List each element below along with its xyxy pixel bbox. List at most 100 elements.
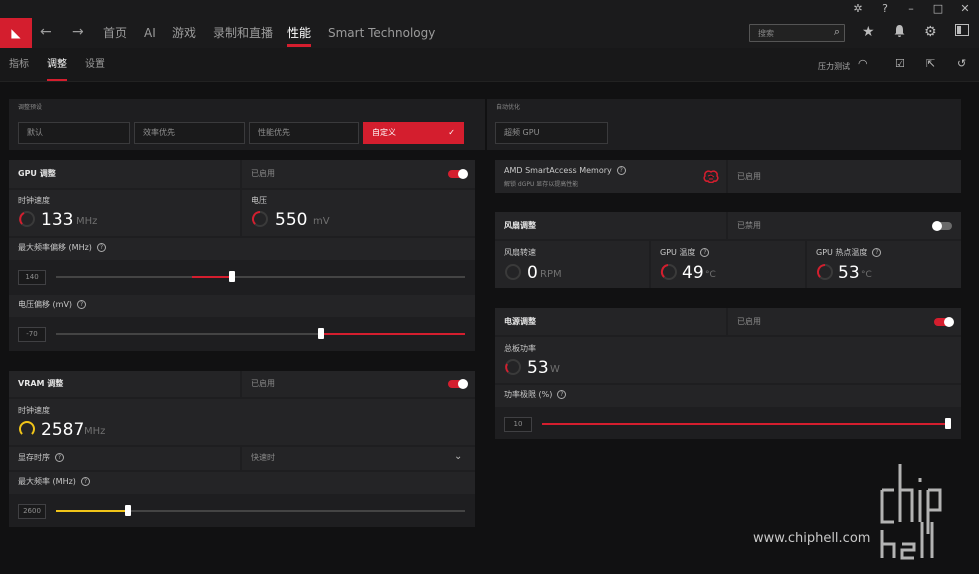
close-icon[interactable]: ✕ xyxy=(958,2,972,16)
sam-title-cell: AMD SmartAccess Memory? 解锁 dGPU 显存以提高性能 xyxy=(495,160,726,193)
fan-tuning-status-cell: 已禁用 xyxy=(728,212,961,239)
preset-performance-button[interactable]: 性能优先 xyxy=(249,122,359,144)
nav-smart-technology[interactable]: Smart Technology xyxy=(328,26,435,40)
nav-performance[interactable]: 性能 xyxy=(287,26,311,40)
power-tuning-toggle[interactable] xyxy=(934,317,954,327)
title-bar: ✲ ? – □ ✕ xyxy=(0,0,979,18)
maximize-icon[interactable]: □ xyxy=(931,2,945,16)
gear-icon[interactable]: ⚙ xyxy=(924,24,937,40)
reset-icon[interactable]: ↺ xyxy=(957,57,966,70)
nav-record-stream[interactable]: 录制和直播 xyxy=(213,26,273,40)
preset-default-button[interactable]: 默认 xyxy=(18,122,130,144)
sidebar-toggle-icon[interactable] xyxy=(955,24,969,40)
watermark-url: www.chiphell.com xyxy=(753,531,871,546)
gpu-temp-gauge-icon xyxy=(660,264,677,280)
brain-icon xyxy=(703,170,719,183)
fan-speed-cell: 风扇转速 0 RPM xyxy=(495,241,649,288)
power-limit-input[interactable]: 10 xyxy=(504,417,532,432)
overclock-gpu-button[interactable]: 超频 GPU xyxy=(495,122,608,144)
sub-nav: 指标 调整 设置 压力测试 ◠ ☑ ⇱ ↺ xyxy=(0,48,979,82)
power-tuning-panel: 电源调整 已启用 总板功率 53 W 功率极限 (%)? 10 xyxy=(495,308,961,439)
board-power-value: 53 xyxy=(527,358,549,378)
gpu-tuning-title: GPU 调整 xyxy=(18,169,56,178)
gpu-temp-text: GPU 温度 xyxy=(660,248,696,257)
preset-custom-button[interactable]: 自定义 ✓ xyxy=(363,122,464,144)
vram-tuning-panel: VRAM 调整 已启用 时钟速度 2587 MHz 显存时序? 快速时 ⌄ 最大… xyxy=(9,371,475,527)
help-icon[interactable]: ? xyxy=(557,390,567,399)
vram-tuning-header: VRAM 调整 xyxy=(9,371,240,397)
amd-logo[interactable]: ◣ xyxy=(0,18,32,48)
nav-gaming[interactable]: 游戏 xyxy=(172,26,196,40)
help-icon[interactable]: ? xyxy=(80,477,90,486)
minimize-icon[interactable]: – xyxy=(904,2,918,16)
auto-tuning-label: 自动优化 xyxy=(496,104,521,111)
sam-panel: AMD SmartAccess Memory? 解锁 dGPU 显存以提高性能 … xyxy=(495,160,961,193)
power-tuning-status: 已启用 xyxy=(737,317,761,326)
power-limit-thumb[interactable] xyxy=(945,418,951,429)
help-icon[interactable]: ? xyxy=(55,453,64,462)
gpu-clock-value: 133 xyxy=(41,210,74,230)
back-arrow-icon[interactable]: ← xyxy=(40,24,52,40)
bell-icon[interactable] xyxy=(893,24,906,42)
preset-custom-label: 自定义 xyxy=(372,128,396,137)
gpu-clock-label: 时钟速度 xyxy=(18,196,50,205)
memory-timing-text: 显存时序 xyxy=(18,453,50,462)
fan-tuning-header: 风扇调整 xyxy=(495,212,726,239)
gpu-voltage-gauge-icon xyxy=(252,211,268,227)
help-icon[interactable]: ? xyxy=(616,166,626,175)
voltage-offset-thumb[interactable] xyxy=(318,328,324,339)
preset-efficiency-button[interactable]: 效率优先 xyxy=(134,122,245,144)
gpu-temp-cell: GPU 温度? 49 °C xyxy=(651,241,805,288)
vram-max-freq-label: 最大频率 (MHz)? xyxy=(18,477,90,487)
checklist-icon[interactable]: ☑ xyxy=(895,57,905,70)
help-icon[interactable]: ? xyxy=(872,248,882,257)
star-icon[interactable]: ★ xyxy=(862,24,875,40)
max-freq-offset-input[interactable]: 140 xyxy=(18,270,46,285)
vram-tuning-status-cell: 已启用 xyxy=(242,371,475,397)
memory-timing-value: 快速时 xyxy=(251,453,275,462)
search-input[interactable]: 搜索 ⌕ xyxy=(749,24,845,42)
vram-tuning-toggle[interactable] xyxy=(448,379,468,389)
fan-speed-label: 风扇转速 xyxy=(504,248,536,257)
max-freq-offset-text: 最大频率偏移 (MHz) xyxy=(18,243,92,252)
power-limit-fill xyxy=(542,423,947,425)
help-icon[interactable]: ? xyxy=(700,248,710,257)
gpu-temp-label: GPU 温度? xyxy=(660,248,710,258)
sam-title-text: AMD SmartAccess Memory xyxy=(504,166,612,175)
nav-ai[interactable]: AI xyxy=(144,26,156,40)
gpu-tuning-toggle[interactable] xyxy=(448,169,468,179)
search-placeholder: 搜索 xyxy=(758,29,774,38)
max-freq-offset-thumb[interactable] xyxy=(229,271,235,282)
memory-timing-dropdown[interactable]: 快速时 ⌄ xyxy=(242,447,475,470)
tab-metrics[interactable]: 指标 xyxy=(9,59,29,71)
help-icon[interactable]: ? xyxy=(96,243,106,252)
gpu-voltage-value: 550 xyxy=(275,210,308,230)
gauge-icon[interactable]: ◠ xyxy=(858,57,868,70)
tab-settings[interactable]: 设置 xyxy=(85,59,105,71)
power-tuning-title: 电源调整 xyxy=(504,317,536,326)
sam-status: 已启用 xyxy=(737,172,761,181)
tuning-preset-panel: 调整预设 默认 效率优先 性能优先 自定义 ✓ xyxy=(9,99,485,150)
help-icon[interactable]: ? xyxy=(77,300,87,309)
vram-max-freq-thumb[interactable] xyxy=(125,505,131,516)
bug-icon[interactable]: ✲ xyxy=(851,2,865,16)
vram-max-freq-header: 最大频率 (MHz)? xyxy=(9,472,475,494)
fan-tuning-title: 风扇调整 xyxy=(504,221,536,230)
fan-tuning-toggle[interactable] xyxy=(932,221,952,231)
tuning-preset-label: 调整预设 xyxy=(18,104,43,111)
gpu-hotspot-cell: GPU 热点温度? 53 °C xyxy=(807,241,961,288)
max-freq-offset-track[interactable] xyxy=(56,276,465,278)
voltage-offset-input[interactable]: -70 xyxy=(18,327,46,342)
stress-test-label[interactable]: 压力测试 xyxy=(818,61,850,72)
check-icon: ✓ xyxy=(448,128,455,137)
nav-home[interactable]: 首页 xyxy=(103,26,127,40)
vram-clock-unit: MHz xyxy=(84,426,106,437)
vram-max-freq-input[interactable]: 2600 xyxy=(18,504,46,519)
tab-tuning[interactable]: 调整 xyxy=(47,59,67,71)
gpu-temp-value: 49 xyxy=(682,263,704,283)
forward-arrow-icon[interactable]: → xyxy=(72,24,84,40)
power-limit-text: 功率极限 (%) xyxy=(504,390,553,399)
help-icon[interactable]: ? xyxy=(878,2,892,16)
chevron-down-icon: ⌄ xyxy=(454,451,463,462)
export-icon[interactable]: ⇱ xyxy=(926,57,935,70)
